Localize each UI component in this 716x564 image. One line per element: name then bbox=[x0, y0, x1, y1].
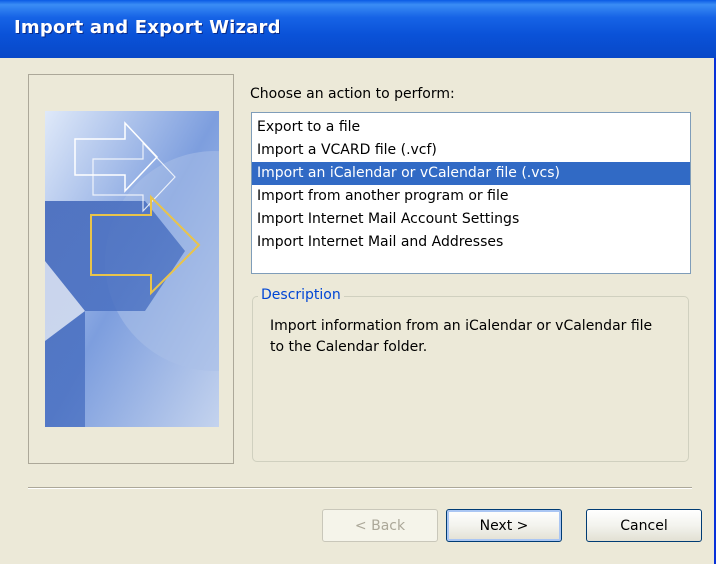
wizard-arrows-image bbox=[45, 111, 219, 427]
cancel-button[interactable]: Cancel bbox=[586, 509, 702, 542]
list-item-import-icalendar[interactable]: Import an iCalendar or vCalendar file (.… bbox=[252, 162, 690, 185]
description-label: Description bbox=[258, 287, 344, 303]
wizard-image-panel bbox=[28, 74, 234, 464]
wizard-window: Import and Export Wizard Choose an actio… bbox=[0, 0, 716, 564]
list-item-import-mail-addresses[interactable]: Import Internet Mail and Addresses bbox=[252, 231, 690, 254]
description-text: Import information from an iCalendar or … bbox=[270, 318, 653, 355]
list-item-import-vcard[interactable]: Import a VCARD file (.vcf) bbox=[252, 139, 690, 162]
list-item-import-mail-account-settings[interactable]: Import Internet Mail Account Settings bbox=[252, 208, 690, 231]
title-bar[interactable]: Import and Export Wizard bbox=[0, 0, 716, 58]
list-item-export-file[interactable]: Export to a file bbox=[252, 116, 690, 139]
action-list[interactable]: Export to a file Import a VCARD file (.v… bbox=[251, 112, 691, 274]
back-button[interactable]: < Back bbox=[322, 509, 438, 542]
footer-divider-highlight bbox=[28, 488, 692, 489]
list-item-import-another-program[interactable]: Import from another program or file bbox=[252, 185, 690, 208]
next-button[interactable]: Next > bbox=[446, 509, 562, 542]
window-title: Import and Export Wizard bbox=[14, 17, 281, 38]
action-prompt: Choose an action to perform: bbox=[250, 86, 455, 102]
